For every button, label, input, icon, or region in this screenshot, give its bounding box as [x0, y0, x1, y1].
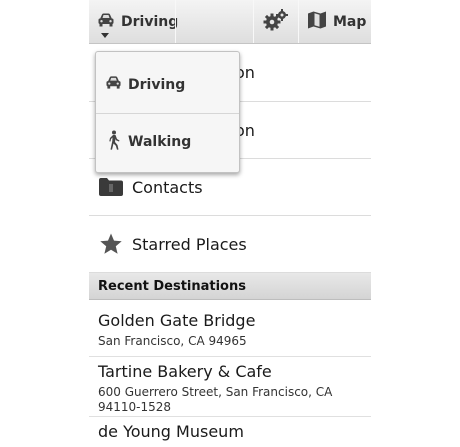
car-icon — [97, 12, 115, 32]
dropdown-item-label: Walking — [128, 134, 192, 150]
settings-button[interactable] — [254, 0, 298, 43]
destination-item[interactable]: de Young Museum — [89, 417, 371, 447]
starred-places-item[interactable]: Starred Places — [89, 216, 371, 273]
dropdown-item-driving[interactable]: Driving — [96, 56, 239, 113]
dropdown-item-label: Driving — [128, 76, 186, 93]
action-bar-divider — [175, 0, 176, 43]
travel-mode-dropdown: Driving Walking — [95, 51, 240, 173]
folder-icon — [99, 175, 123, 199]
travel-mode-label: Driving — [121, 13, 179, 30]
destination-item[interactable]: Tartine Bakery & Cafe 600 Guerrero Stree… — [89, 357, 371, 417]
travel-mode-button[interactable]: Driving — [89, 0, 179, 43]
destination-address: 600 Guerrero Street, San Francisco, CA 9… — [98, 385, 371, 415]
recent-destinations-header: Recent Destinations — [89, 273, 371, 300]
destination-address-line: 600 Guerrero Street, San Francisco, CA — [98, 385, 333, 399]
destination-name: de Young Museum — [98, 422, 244, 441]
action-bar: Driving Map — [89, 0, 371, 44]
car-icon — [105, 75, 122, 94]
destination-address: San Francisco, CA 94965 — [98, 334, 247, 348]
map-label: Map — [333, 13, 367, 30]
destination-name: Tartine Bakery & Cafe — [98, 362, 272, 381]
dropdown-item-walking[interactable]: Walking — [96, 113, 239, 170]
destination-address-line: 94110-1528 — [98, 400, 172, 414]
destination-item[interactable]: Golden Gate Bridge San Francisco, CA 949… — [89, 300, 371, 357]
starred-places-label: Starred Places — [132, 234, 247, 254]
star-icon — [99, 232, 123, 256]
caret-down-icon — [101, 33, 109, 38]
contacts-label: Contacts — [132, 177, 203, 197]
map-button[interactable]: Map — [299, 0, 371, 43]
map-icon — [307, 10, 327, 34]
gears-icon — [263, 8, 289, 35]
walking-person-icon — [105, 130, 122, 154]
destination-name: Golden Gate Bridge — [98, 311, 256, 330]
